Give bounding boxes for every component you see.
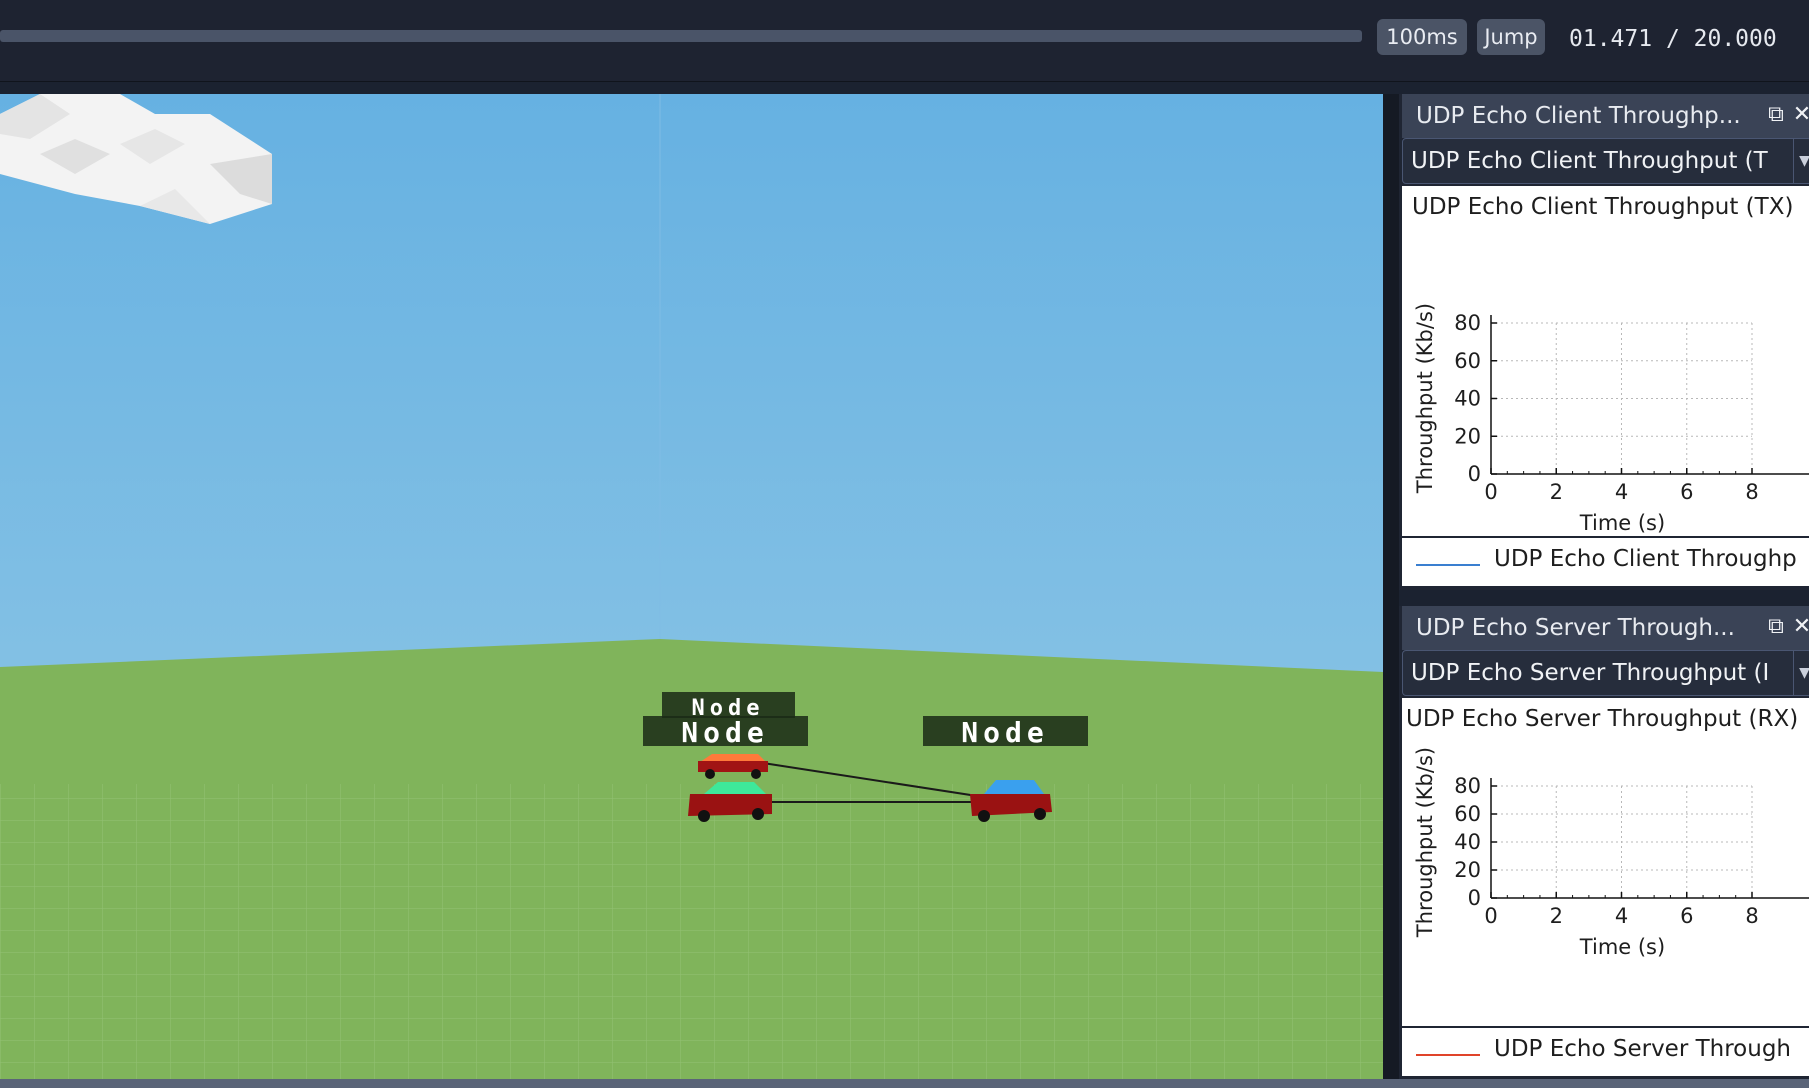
chevron-down-icon[interactable]: ▼ <box>1793 651 1809 695</box>
x-axis-label: Time (s) <box>1579 511 1665 535</box>
y-tick-label: 60 <box>1454 802 1481 826</box>
y-tick-label: 80 <box>1454 774 1481 798</box>
client-throughput-panel: UDP Echo Client Throughp... ⧉ ✕ UDP Echo… <box>1399 94 1809 590</box>
y-tick-label: 60 <box>1454 349 1481 373</box>
y-tick-label: 20 <box>1454 424 1481 448</box>
legend-swatch <box>1416 564 1480 566</box>
playback-toolbar: 100ms Jump 01.471 / 20.000 <box>0 0 1809 82</box>
close-icon[interactable]: ✕ <box>1789 614 1809 640</box>
server-throughput-panel: UDP Echo Server Through... ⧉ ✕ UDP Echo … <box>1399 606 1809 1079</box>
x-tick-label: 6 <box>1680 480 1693 504</box>
legend-label: UDP Echo Client Throughp <box>1494 546 1797 572</box>
y-axis-label: Throughput (Kb/s) <box>1413 303 1437 494</box>
bottom-status-bar <box>0 1079 1809 1088</box>
chart-area: UDP Echo Server Throughput (RX) 0 2 4 6 8 0 20… <box>1402 698 1809 1026</box>
y-tick-label: 0 <box>1468 462 1481 486</box>
y-tick-label: 20 <box>1454 858 1481 882</box>
x-tick-label: 0 <box>1484 904 1497 928</box>
x-tick-label: 2 <box>1550 904 1563 928</box>
throughput-chart: 0 2 4 6 8020406080Time (s)Throughput (Kb/s) <box>1413 303 1809 535</box>
x-tick-label: 0 <box>1484 480 1497 504</box>
x-tick-label: 2 <box>1550 480 1563 504</box>
float-window-icon[interactable]: ⧉ <box>1763 614 1789 640</box>
chart-legend: UDP Echo Server Through <box>1402 1026 1809 1076</box>
close-icon[interactable]: ✕ <box>1789 102 1809 128</box>
panel-header[interactable]: UDP Echo Server Through... ⧉ ✕ <box>1402 606 1809 650</box>
y-tick-label: 80 <box>1454 311 1481 335</box>
x-axis-label: Time (s) <box>1579 935 1665 959</box>
legend-swatch <box>1416 1054 1480 1056</box>
panel-splitter[interactable] <box>1383 94 1399 1079</box>
throughput-chart: 0 2 4 6 8020406080Time (s)Throughput (Kb/s) <box>1413 747 1809 959</box>
jump-button[interactable]: Jump <box>1477 19 1545 55</box>
time-separator: / <box>1652 26 1694 52</box>
node-label: Node <box>681 716 768 749</box>
chart-area: UDP Echo Client Throughput (TX) 0 2 4 6 8 0 20… <box>1402 186 1809 536</box>
x-tick-label: 4 <box>1615 480 1628 504</box>
y-tick-label: 40 <box>1454 830 1481 854</box>
panel-header[interactable]: UDP Echo Client Throughp... ⧉ ✕ <box>1402 94 1809 138</box>
y-tick-label: 0 <box>1468 886 1481 910</box>
selected-series: UDP Echo Server Throughput (I <box>1411 660 1770 686</box>
x-tick-label: 8 <box>1745 904 1758 928</box>
series-selector[interactable]: UDP Echo Client Throughput (T ▼ <box>1402 138 1809 184</box>
x-tick-label: 6 <box>1680 904 1693 928</box>
legend-label: UDP Echo Server Through <box>1494 1036 1792 1062</box>
y-axis-label: Throughput (Kb/s) <box>1413 747 1437 938</box>
selected-series: UDP Echo Client Throughput (T <box>1411 148 1768 174</box>
node-label: Node <box>961 716 1048 749</box>
timeline-scrubber[interactable] <box>0 30 1362 42</box>
x-tick-label: 4 <box>1615 904 1628 928</box>
y-tick-label: 40 <box>1454 387 1481 411</box>
float-window-icon[interactable]: ⧉ <box>1763 102 1789 128</box>
x-tick-label: 8 <box>1745 480 1758 504</box>
time-readout: 01.471 / 20.000 <box>1569 22 1777 56</box>
scene-viewport[interactable]: Node Node Node <box>0 94 1383 1079</box>
panel-title: UDP Echo Client Throughp... <box>1416 103 1741 129</box>
step-size-button[interactable]: 100ms <box>1377 19 1467 55</box>
series-selector[interactable]: UDP Echo Server Throughput (I ▼ <box>1402 650 1809 696</box>
chevron-down-icon[interactable]: ▼ <box>1793 139 1809 183</box>
panel-title: UDP Echo Server Through... <box>1416 615 1735 641</box>
total-time: 20.000 <box>1693 26 1777 52</box>
chart-legend: UDP Echo Client Throughp <box>1402 536 1809 586</box>
current-time: 01.471 <box>1569 26 1653 52</box>
